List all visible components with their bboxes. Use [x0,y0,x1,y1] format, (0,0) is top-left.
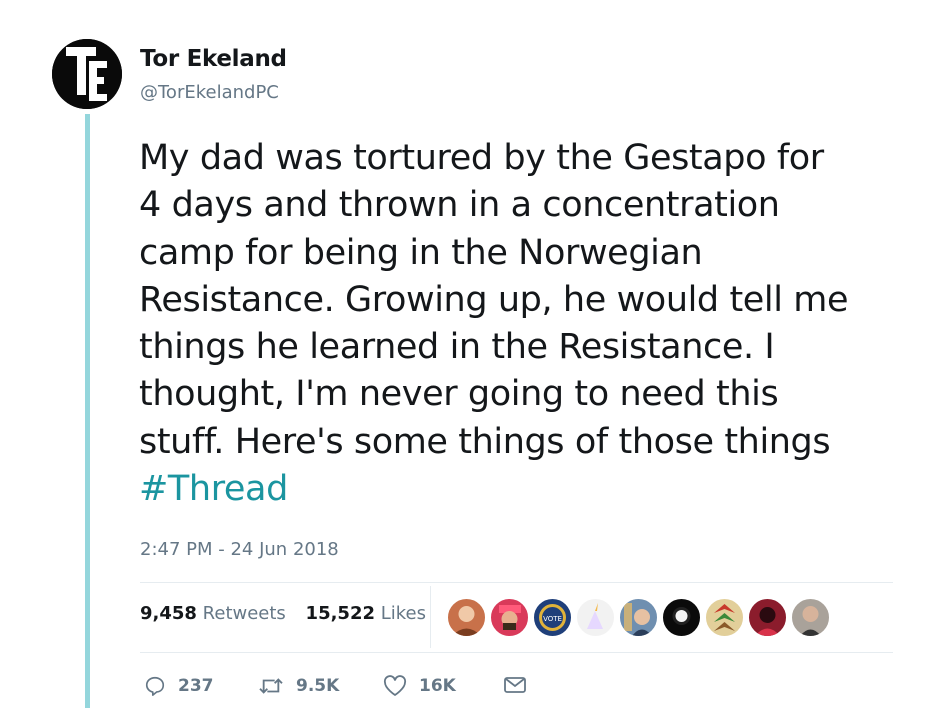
thread-connector-line [85,114,90,708]
like-button[interactable]: 16K [383,675,456,697]
liker-avatar-8[interactable] [748,598,787,637]
envelope-icon [504,677,526,693]
tweet-text-line: My dad was tortured by the Gestapo for [139,138,824,178]
author-avatar[interactable] [52,39,122,109]
retweets-count: 9,458 [140,603,197,624]
tweet-text-line: things he learned in the Resistance. I [139,327,775,368]
reply-count: 237 [178,676,214,696]
liker-avatar-1[interactable] [447,598,486,637]
like-count: 16K [419,676,456,696]
tweet-timestamp[interactable]: 2:47 PM - 24 Jun 2018 [140,539,339,560]
engagement-stats: 9,458 Retweets 15,522 Likes [140,603,440,624]
heart-icon [383,675,407,696]
tweet-text-line: 4 days and thrown in a concentration [139,185,780,226]
retweet-button[interactable]: 9.5K [258,675,339,697]
liker-avatar-6[interactable] [662,598,701,637]
liker-avatar-3[interactable]: VOTE [533,598,572,637]
tweet-text-line: Resistance. Growing up, he would tell me [139,279,849,320]
liker-avatar-4[interactable] [576,598,615,637]
author-handle[interactable]: @TorEkelandPC [140,82,279,103]
te-logo-icon [52,39,122,109]
likes-label: Likes [380,603,427,624]
retweet-count: 9.5K [296,676,340,696]
svg-text:VOTE: VOTE [543,615,562,623]
direct-message-button[interactable] [503,675,527,695]
retweets-stat[interactable]: 9,458 Retweets [140,603,286,624]
liker-avatar-7[interactable] [705,598,744,637]
liker-avatar-9[interactable] [791,598,830,637]
tweet-text-line: camp for being in the Norwegian [139,232,703,273]
likes-stat[interactable]: 15,522 Likes [306,603,426,624]
author-display-name[interactable]: Tor Ekeland [140,46,287,72]
divider-bottom [140,652,893,653]
likes-count: 15,522 [305,603,376,624]
hashtag-link[interactable]: #Thread [139,469,288,509]
reply-button[interactable]: 237 [144,675,214,697]
retweets-label: Retweets [202,603,286,624]
reply-icon [145,676,165,696]
liker-avatar-5[interactable] [619,598,658,637]
liker-avatar-2[interactable] [490,598,529,637]
stats-separator [430,586,431,648]
tweet-text: My dad was tortured by the Gestapo for 4… [139,135,919,513]
retweet-icon [259,678,283,694]
tweet-text-line: stuff. Here's some things of those thing… [139,421,831,462]
tweet-text-line: thought, I'm never going to need this [139,374,779,415]
divider-top [140,582,893,583]
